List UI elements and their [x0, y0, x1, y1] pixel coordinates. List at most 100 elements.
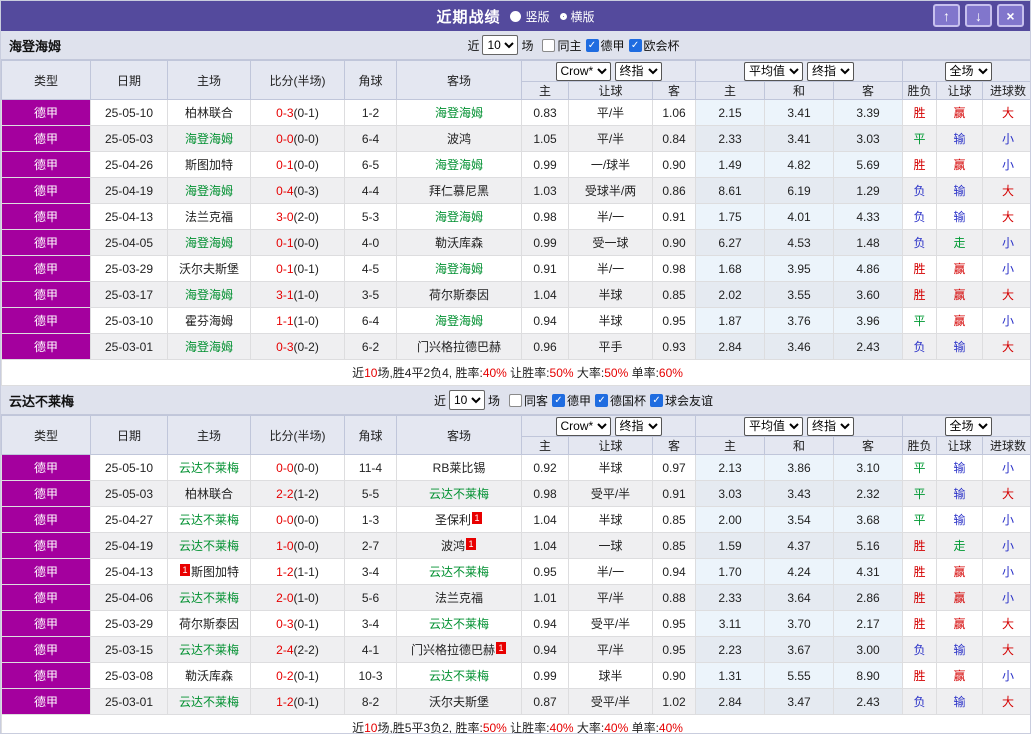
- radio-selected-icon: [510, 10, 522, 22]
- result-outcome: 平: [902, 480, 938, 507]
- summary-row: 近10场,胜5平3负2, 胜率:50% 让胜率:40% 大率:40% 单率:40…: [1, 714, 1030, 733]
- average-source-select[interactable]: 平均值: [744, 416, 803, 436]
- match-date-cell: 25-03-10: [90, 307, 168, 334]
- result-goals: 小: [982, 151, 1030, 178]
- filter-checkbox-德甲[interactable]: ✓ 德甲: [552, 392, 591, 409]
- team-label: 海登海姆: [184, 236, 233, 250]
- team-label: 勒沃库森: [184, 669, 233, 683]
- handicap-away-odds: 0.95: [652, 307, 696, 334]
- red-card-badge: 1: [472, 512, 482, 524]
- corner-cell: 4-1: [344, 636, 397, 663]
- col-goals-result: 进球数: [982, 436, 1030, 455]
- result-outcome: 负: [902, 333, 938, 360]
- filter-checkbox-德国杯[interactable]: ✓ 德国杯: [595, 392, 646, 409]
- handicap-away-odds: 0.93: [652, 333, 696, 360]
- table-header: 类型 日期 主场 比分(半场) 角球 客场 Crow*终指 平均值终指 全场: [1, 60, 1030, 100]
- col-handicap-result: 让球: [936, 436, 984, 455]
- average-time-select[interactable]: 终指: [807, 416, 854, 436]
- section-bar: 海登海姆 近 10 场 同主 ✓ 德甲 ✓ 欧会杯: [1, 31, 1030, 60]
- handicap-away-odds: 0.88: [652, 584, 696, 611]
- handicap-line: 受平/半: [568, 610, 653, 637]
- bookmaker-select[interactable]: Crow*: [555, 61, 611, 81]
- col-handicap-away: 客: [652, 436, 696, 455]
- league-type-cell: 德甲: [1, 662, 91, 689]
- team-label: 海登海姆: [434, 262, 483, 276]
- table-body: 德甲 25-05-10 云达不莱梅 0-0(0-0) 11-4 RB莱比锡 0.…: [1, 454, 1030, 715]
- filter-checkbox-德甲[interactable]: ✓ 德甲: [585, 37, 625, 54]
- summary-text: 近10场,胜5平3负2, 胜率:50% 让胜率:40% 大率:40% 单率:40…: [1, 714, 1030, 733]
- corner-cell: 2-7: [344, 532, 397, 559]
- match-date-cell: 25-04-26: [90, 151, 168, 178]
- league-type-cell: 德甲: [1, 151, 91, 178]
- average-source-select[interactable]: 平均值: [744, 61, 803, 81]
- halftime-score: (2-2): [293, 642, 319, 657]
- team-label: 圣保利: [434, 513, 471, 527]
- bookmaker-select[interactable]: Crow*: [555, 416, 611, 436]
- halftime-score: (0-1): [293, 668, 319, 683]
- close-button[interactable]: ×: [997, 4, 1024, 27]
- fulltime-select[interactable]: 全场: [944, 416, 992, 436]
- league-type-cell: 德甲: [1, 177, 91, 204]
- col-corner: 角球: [344, 60, 397, 100]
- move-up-button[interactable]: ↑: [933, 4, 960, 27]
- titlebar: 近期战绩 竖版 横版 ↑ ↓ ×: [1, 1, 1030, 31]
- titlebar-buttons: ↑ ↓ ×: [933, 4, 1024, 27]
- results-table: 类型 日期 主场 比分(半场) 角球 客场 Crow*终指 平均值终指 全场: [1, 415, 1030, 733]
- filter-checkbox-球会友谊[interactable]: ✓ 球会友谊: [650, 392, 713, 409]
- avg-draw-odds: 3.54: [764, 506, 834, 533]
- match-count-select[interactable]: 10: [482, 35, 519, 55]
- match-date-cell: 25-03-08: [90, 662, 168, 689]
- move-down-button[interactable]: ↓: [965, 4, 992, 27]
- score-cell: 0-3(0-1): [250, 99, 345, 126]
- league-type-cell: 德甲: [1, 584, 91, 611]
- handicap-line: 球半: [568, 662, 653, 689]
- filter-checkbox-同客[interactable]: 同客: [508, 392, 548, 409]
- handicap-away-odds: 0.85: [652, 281, 696, 308]
- team-label: 云达不莱梅: [178, 513, 239, 527]
- team-label: RB莱比锡: [432, 461, 486, 475]
- team-label: 海登海姆: [184, 288, 233, 302]
- away-team-cell: 拜仁慕尼黑: [396, 177, 522, 204]
- team-label: 海登海姆: [184, 184, 233, 198]
- col-result: 胜负: [902, 436, 938, 455]
- team-label: 云达不莱梅: [178, 591, 239, 605]
- radio-vertical-layout[interactable]: 竖版: [510, 8, 550, 25]
- handicap-home-odds: 0.92: [521, 454, 569, 481]
- handicap-home-odds: 1.05: [521, 125, 569, 152]
- match-date-cell: 25-04-13: [90, 558, 168, 585]
- corner-cell: 5-5: [344, 480, 397, 507]
- home-team-cell: 海登海姆: [167, 125, 251, 152]
- handicap-line: 平/半: [568, 125, 653, 152]
- filter-checkbox-欧会杯[interactable]: ✓ 欧会杯: [628, 37, 680, 54]
- corner-cell: 6-2: [344, 333, 397, 360]
- handicap-home-odds: 0.99: [521, 151, 569, 178]
- score-cell: 0-1(0-0): [250, 151, 345, 178]
- handicap-away-odds: 0.98: [652, 255, 696, 282]
- match-row: 德甲 25-04-13 法兰克福 3-0(2-0) 5-3 海登海姆 0.98 …: [1, 203, 1030, 230]
- handicap-time-select[interactable]: 终指: [614, 61, 662, 81]
- filter-checkbox-同主[interactable]: 同主: [542, 37, 582, 54]
- team-label: 勒沃库森: [434, 236, 483, 250]
- radio-horizontal-layout[interactable]: 横版: [559, 8, 595, 25]
- home-team-cell: 海登海姆: [167, 281, 251, 308]
- handicap-line: 一/球半: [568, 151, 653, 178]
- checkbox-label: 同客: [523, 393, 548, 408]
- result-handicap: 输: [936, 125, 984, 152]
- handicap-home-odds: 0.94: [521, 636, 569, 663]
- result-goals: 小: [982, 125, 1030, 152]
- handicap-time-select[interactable]: 终指: [614, 416, 662, 436]
- col-avg-home: 主: [695, 436, 765, 455]
- home-team-cell: 斯图加特: [167, 151, 251, 178]
- fulltime-score: 0-0: [276, 512, 294, 527]
- avg-home-odds: 2.23: [695, 636, 765, 663]
- match-count-select[interactable]: 10: [448, 390, 485, 410]
- average-time-select[interactable]: 终指: [807, 61, 854, 81]
- avg-home-odds: 2.33: [695, 584, 765, 611]
- table-header: 类型 日期 主场 比分(半场) 角球 客场 Crow*终指 平均值终指 全场: [1, 415, 1030, 455]
- checkbox-label: 欧会杯: [643, 38, 680, 53]
- result-handicap: 输: [936, 480, 984, 507]
- fulltime-select[interactable]: 全场: [944, 61, 992, 81]
- avg-away-odds: 3.10: [832, 454, 904, 481]
- avg-home-odds: 2.13: [695, 454, 765, 481]
- col-home: 主场: [167, 415, 251, 455]
